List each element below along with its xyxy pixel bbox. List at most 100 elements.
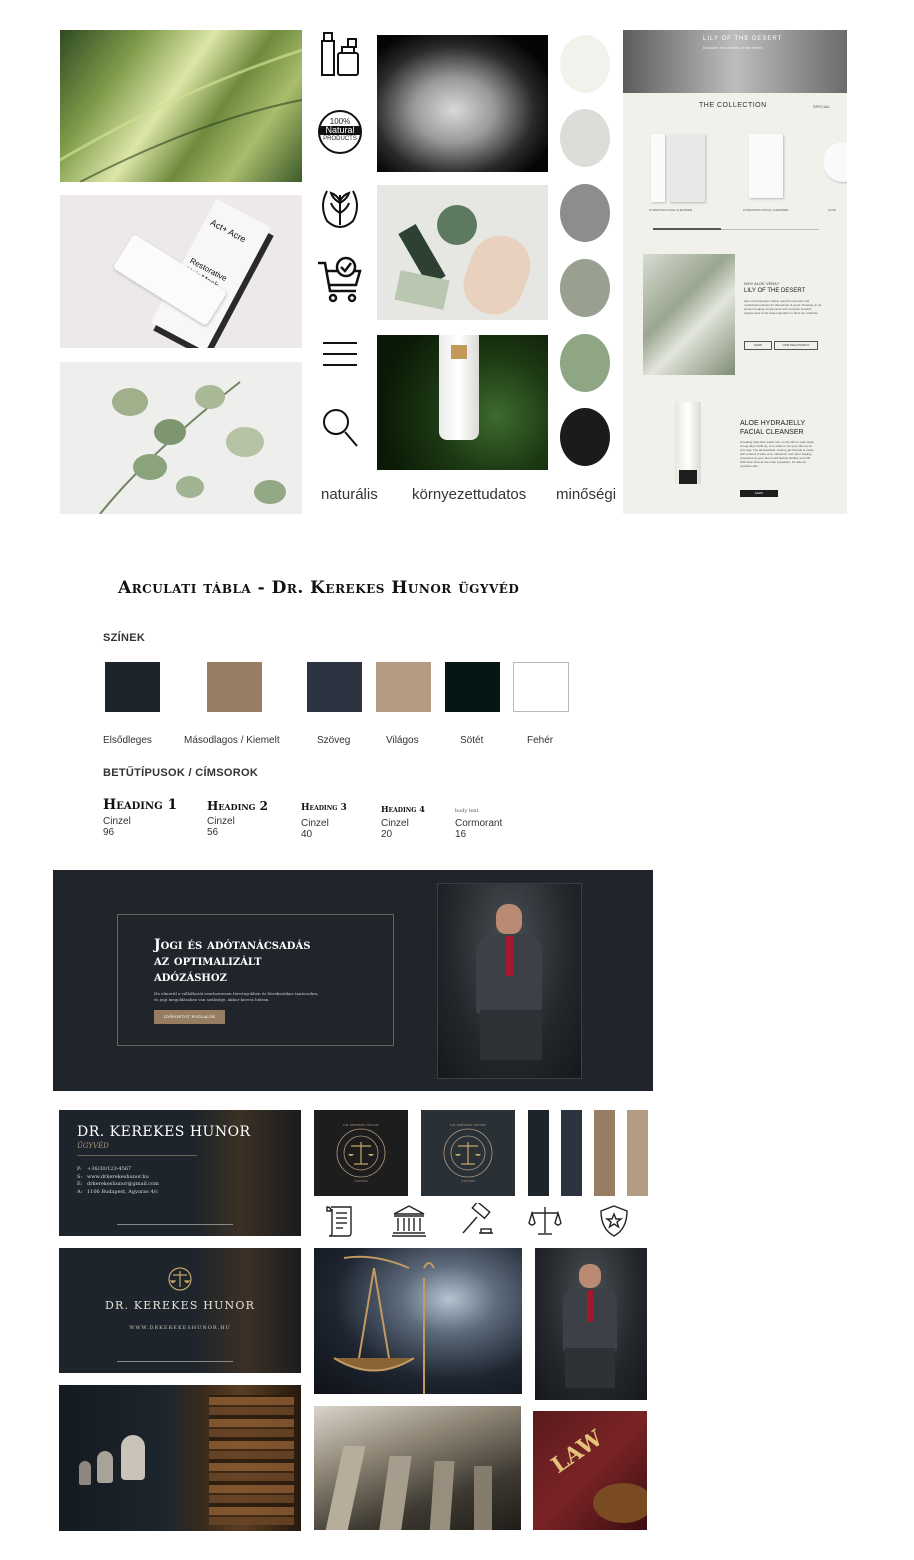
hero-text-box: Jogi és adótanácsadás az optimalizált ad… (117, 914, 394, 1046)
palette-swatch-3 (560, 184, 610, 242)
contact-address-key: A: (77, 1188, 83, 1195)
library-busts-photo (59, 1385, 301, 1531)
color-label-dark: Sötét (460, 735, 484, 746)
mockup-feature-title-1: ALOE HYDRAJELLY (740, 420, 806, 427)
logo-ring-top-2: DR. KEREKES HUNOR (450, 1123, 486, 1127)
mockup-collection-link[interactable]: SPECIAL (813, 104, 830, 109)
contact-email-key: E: (77, 1181, 83, 1187)
logo-badge-slate: DR. KEREKES HUNOR ÜGYVÉD (421, 1110, 515, 1196)
stripe-light (627, 1110, 648, 1196)
color-label-white: Fehér (527, 735, 554, 746)
palette-swatch-2 (560, 109, 610, 167)
value-word-quality: minőségi (556, 486, 617, 503)
card-name: DR. KEREKES HUNOR (77, 1124, 251, 1140)
mockup-why-text: Aloe vera has been widely used for cosme… (744, 299, 822, 315)
color-label-primary: Elsődleges (103, 735, 152, 746)
color-swatch-white (513, 662, 569, 712)
mockup-why-title: LILY OF THE DESERT (744, 288, 806, 294)
hero-title-1: Jogi és adótanácsadás (154, 937, 311, 953)
law-book-gavel-photo: LAW (533, 1411, 647, 1530)
courthouse-columns-photo (314, 1406, 521, 1530)
heading-1-font: Cinzel (103, 816, 131, 827)
contact-phone-key: P: (77, 1166, 82, 1172)
scales-icon (527, 1203, 563, 1239)
mockup-product-3: ALOE (828, 208, 837, 212)
heading-1-sample: Heading 1 (103, 797, 178, 813)
stripe-primary (528, 1110, 549, 1196)
heading-2-meta: Cinzel 56 (207, 816, 235, 838)
color-swatch-text (307, 662, 362, 712)
heading-2-sample: Heading 2 (207, 799, 268, 813)
logo-ring-top: DR. KEREKES HUNOR (343, 1123, 379, 1127)
color-swatch-primary (105, 662, 160, 712)
badge-line2: Natural (320, 126, 360, 135)
contact-email-value: drkerekeshunor@gmail.com (87, 1181, 159, 1187)
badge-line3: PRODUCTS (323, 136, 357, 142)
mockup-aloe-image (643, 254, 735, 375)
body-meta: Cormorant 16 (455, 818, 502, 840)
courthouse-icon (391, 1203, 427, 1239)
palette-swatch-5 (560, 334, 610, 392)
mockup-hero-title: LILY OF THE DESERT (703, 36, 783, 42)
eucalyptus-photo (60, 362, 302, 514)
palette-swatch-6 (560, 408, 610, 466)
color-swatch-secondary (207, 662, 262, 712)
heading-3-sample: Heading 3 (301, 803, 347, 813)
shield-star-icon (596, 1203, 632, 1239)
colors-heading: SZÍNEK (103, 632, 146, 644)
menu-icon[interactable] (316, 330, 364, 378)
natural-badge-icon: 100% Natural PRODUCTS (316, 108, 364, 156)
fonts-heading: BETŰTÍPUSOK / CÍMSOROK (103, 767, 259, 779)
hero-cta-button[interactable]: Időpontot foglalok (154, 1010, 225, 1024)
heading-4-size: 20 (381, 829, 393, 840)
mockup-why-kicker: WHY ALOE VERA? (744, 281, 780, 286)
contact-site-value: www.drkerekeshunor.hu (87, 1173, 149, 1180)
leaf-icon (316, 182, 364, 230)
gavel-icon (459, 1200, 495, 1239)
heading-4-meta: Cinzel 20 (381, 818, 409, 840)
contact-phone-value: +36/30/123-4567 (87, 1166, 132, 1172)
hand-bottle-photo (377, 185, 548, 320)
stripe-secondary (594, 1110, 615, 1196)
card-role: ÜGYVÉD (77, 1142, 109, 1150)
mockup-feature-text: A healing daily face wash: use on dry sk… (740, 440, 814, 468)
hero-text-2: és jogi megoldásokra van szüksége, akkor… (154, 997, 270, 1002)
card-contacts: P: +36/30/123-4567 S: www.drkerekeshunor.h… (77, 1166, 159, 1196)
mockup-philosophy-button[interactable]: OUR PHILOSOPHY (774, 341, 818, 350)
mockup-product-1: HYDRATING FACE CLEANSER (649, 208, 693, 212)
color-label-light: Világos (386, 735, 419, 746)
stripe-text (561, 1110, 582, 1196)
palette-swatch-4 (560, 259, 610, 317)
palette-swatch-1 (560, 35, 610, 93)
body-font: Cormorant (455, 818, 503, 829)
mockup-collection-title: THE COLLECTION (699, 102, 767, 109)
color-label-secondary: Másodlagos / Kiemelt (184, 735, 280, 746)
heading-4-font: Cinzel (381, 818, 409, 829)
contact-phone: P: +36/30/123-4567 (77, 1166, 159, 1174)
business-card-back: DR. KEREKES HUNOR WWW.DRKEREKESHUNOR.HU (59, 1248, 301, 1373)
mockup-product-2: HYDRATING FACIAL CLEANSER (743, 208, 789, 212)
mockup-hero: LILY OF THE DESERT Discover the secrets … (623, 30, 847, 93)
hair-mask-product-photo: Act+ Acre Restorative Hair Mask (60, 195, 302, 348)
lawyer-portrait-photo-2 (535, 1248, 647, 1400)
heading-3-font: Cinzel (301, 818, 329, 829)
mockup-feature-button[interactable]: SHOP (740, 490, 778, 497)
hero-text-1: Ha elmerül a vállalkozói rendszeresen tö… (154, 991, 319, 996)
heading-4-sample: Heading 4 (381, 804, 425, 814)
contact-email: E: drkerekeshunor@gmail.com (77, 1181, 159, 1189)
search-icon[interactable] (316, 404, 364, 452)
heading-2-size: 56 (207, 827, 219, 838)
lawyer-portrait-photo (437, 883, 582, 1079)
body-text-sample: body text (455, 808, 479, 814)
contact-site: S: www.drkerekeshunor.hu (77, 1174, 159, 1182)
cream-tube-photo (377, 335, 548, 470)
color-swatch-light (376, 662, 431, 712)
website-mockup: LILY OF THE DESERT Discover the secrets … (623, 30, 847, 514)
body-size: 16 (455, 829, 467, 840)
value-word-eco: környezettudatos (412, 486, 527, 503)
product-brand: Act+ Acre (208, 217, 248, 245)
woman-portrait-photo (377, 35, 548, 172)
skincare-products-icon (316, 32, 364, 80)
brand-board-title: Arculati tábla - Dr. Kerekes Hunor ügyvé… (118, 578, 520, 598)
mockup-shop-button[interactable]: SHOP (744, 341, 772, 350)
